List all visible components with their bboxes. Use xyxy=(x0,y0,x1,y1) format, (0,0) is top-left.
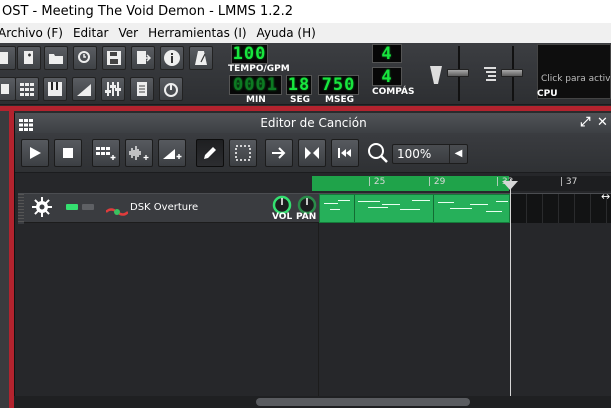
timeline-tick: | 25 xyxy=(368,177,386,187)
info-icon[interactable] xyxy=(160,46,184,70)
milliseconds-label: MSEG xyxy=(325,95,354,105)
note-preview xyxy=(324,203,338,204)
seconds-label: SEG xyxy=(290,95,311,105)
scrollbar-thumb[interactable] xyxy=(256,398,470,406)
menu-ayuda[interactable]: Ayuda (H) xyxy=(253,23,322,43)
workspace-accent-bar xyxy=(0,106,611,111)
master-pitch-icon xyxy=(484,66,496,88)
time-signature-numerator[interactable]: 4 xyxy=(372,44,402,64)
timeline-tick: | 37 xyxy=(560,177,578,187)
window-title: OST - Meeting The Void Demon - LMMS 1.2.… xyxy=(0,0,611,23)
note-preview xyxy=(338,200,350,201)
close-icon[interactable]: ✕ xyxy=(597,113,608,133)
minutes-label: MIN xyxy=(246,95,266,105)
song-editor-toggle-icon[interactable] xyxy=(0,77,16,101)
new-project-icon[interactable] xyxy=(0,46,16,70)
new-from-template-button[interactable] xyxy=(17,46,41,70)
automation-editor-icon[interactable] xyxy=(72,77,96,101)
playhead-marker[interactable] xyxy=(502,181,518,190)
track-name[interactable]: DSK Overture xyxy=(130,202,198,213)
song-editor-window-icon xyxy=(19,117,33,131)
open-project-button[interactable] xyxy=(44,46,68,70)
time-signature-label: COMPÁS xyxy=(372,87,415,97)
note-preview xyxy=(438,202,454,203)
bar-divider xyxy=(354,195,355,222)
loop-points-button[interactable] xyxy=(298,139,326,167)
note-preview xyxy=(486,211,502,212)
play-button[interactable] xyxy=(21,139,49,167)
recent-projects-button[interactable] xyxy=(73,46,97,70)
controller-rack-icon[interactable] xyxy=(159,77,183,101)
timeline-tick: | 29 xyxy=(428,177,446,187)
piano-roll-icon[interactable] xyxy=(43,77,67,101)
note-preview xyxy=(330,209,340,210)
beat-editor-icon[interactable] xyxy=(15,77,39,101)
track-divider xyxy=(318,223,319,408)
note-preview xyxy=(412,200,430,201)
mute-button[interactable] xyxy=(66,204,78,210)
menu-bar: Archivo (F) Editar Ver Herramientas (I) … xyxy=(0,23,611,43)
playhead-line xyxy=(510,179,511,396)
stop-button[interactable] xyxy=(54,139,82,167)
master-pitch-slider[interactable] xyxy=(501,69,523,77)
maximize-icon[interactable]: ⤢ xyxy=(580,113,590,133)
stop-behaviour-button[interactable] xyxy=(331,139,359,167)
note-preview xyxy=(470,204,488,205)
menu-herramientas[interactable]: Herramientas (I) xyxy=(144,23,252,43)
zoom-value: 100% xyxy=(397,147,432,161)
instrument-icon xyxy=(105,202,129,221)
note-preview xyxy=(450,208,472,209)
menu-ver[interactable]: Ver xyxy=(114,23,144,43)
add-sample-track-button[interactable] xyxy=(125,139,153,167)
draw-mode-button[interactable] xyxy=(196,139,224,167)
chevron-left-icon: ◀ xyxy=(449,145,467,163)
note-preview xyxy=(358,201,380,202)
master-volume-icon xyxy=(430,66,442,88)
cpu-hint: Click para activar xyxy=(541,74,611,84)
mixer-icon[interactable] xyxy=(101,77,125,101)
pattern-block[interactable] xyxy=(319,194,510,223)
seconds-display: 18 xyxy=(286,75,312,95)
add-beat-track-button[interactable] xyxy=(92,139,120,167)
volume-label: VOL xyxy=(272,212,293,222)
menu-editar[interactable]: Editar xyxy=(69,23,115,43)
add-automation-track-button[interactable] xyxy=(158,139,186,167)
empty-track-area[interactable] xyxy=(511,194,611,223)
minutes-display: 0001 xyxy=(229,75,282,95)
song-editor-toolbar: 100% ◀ xyxy=(15,133,611,173)
song-editor-title: Editor de Canción xyxy=(260,116,367,130)
note-preview xyxy=(382,204,400,205)
pan-label: PAN xyxy=(296,212,317,222)
song-editor-window: Editor de Canción ⤢ ✕ 100% ◀ xyxy=(14,113,611,408)
song-editor-titlebar[interactable]: Editor de Canción ⤢ ✕ xyxy=(15,113,611,133)
master-volume-slider[interactable] xyxy=(447,69,469,77)
zoom-icon xyxy=(367,142,389,168)
gear-icon[interactable] xyxy=(32,197,52,221)
metronome-icon[interactable] xyxy=(189,46,213,70)
resize-handle-icon[interactable]: ↔ xyxy=(601,190,610,203)
cpu-label: CPU xyxy=(537,89,558,99)
project-notes-icon[interactable] xyxy=(130,77,154,101)
lmms-window: OST - Meeting The Void Demon - LMMS 1.2.… xyxy=(0,0,611,408)
export-icon[interactable] xyxy=(131,46,155,70)
edit-mode-button[interactable] xyxy=(229,139,257,167)
solo-button[interactable] xyxy=(82,204,94,210)
milliseconds-display: 750 xyxy=(318,75,359,95)
zoom-select[interactable]: 100% ◀ xyxy=(392,144,468,164)
tempo-label: TEMPO/GPM xyxy=(228,64,290,74)
note-preview xyxy=(368,207,388,208)
time-signature-denominator[interactable]: 4 xyxy=(372,67,402,87)
menu-archivo[interactable]: Archivo (F) xyxy=(0,23,69,43)
save-icon[interactable] xyxy=(102,46,126,70)
bar-divider xyxy=(433,195,434,222)
note-preview xyxy=(400,209,420,210)
auto-scroll-button[interactable] xyxy=(265,139,293,167)
track-grip[interactable] xyxy=(18,194,24,224)
loop-region[interactable] xyxy=(312,176,509,191)
tempo-display[interactable]: 100 xyxy=(231,44,268,64)
note-preview xyxy=(496,201,508,202)
